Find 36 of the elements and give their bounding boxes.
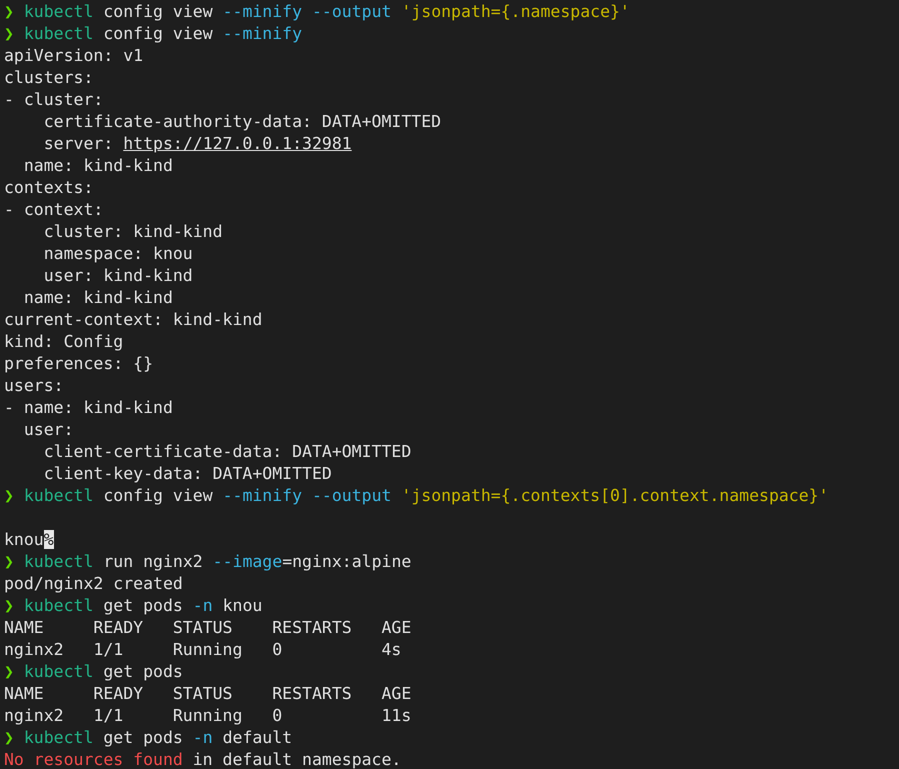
command-line: ❯ kubectl get pods -n default [4, 727, 292, 749]
output-line: certificate-authority-data: DATA+OMITTED [42, 111, 442, 133]
output-line: contexts: [4, 177, 94, 199]
output-line: pod/nginx2 created [4, 573, 183, 595]
output-line: clusters: [4, 67, 94, 89]
url-link[interactable]: https://127.0.0.1:32981 [123, 134, 352, 153]
output-line: name: kind-kind [22, 155, 173, 177]
error-message: No resources found in default namespace. [4, 749, 402, 769]
output-text: knou [4, 530, 44, 549]
output-line: - cluster: [4, 89, 104, 111]
output-line: user: kind-kind [42, 265, 193, 287]
cursor: % [44, 530, 54, 549]
command-line: ❯ kubectl get pods -n knou [4, 595, 262, 617]
command-line: ❯ kubectl config view --minify --output 'jsonpath={.namespace}' [4, 1, 630, 23]
output-line: cluster: kind-kind [42, 221, 223, 243]
output-line: users: [4, 375, 64, 397]
command-line: ❯ kubectl run nginx2 --image=nginx:alpine [4, 551, 412, 573]
output-line: current-context: kind-kind [4, 309, 262, 331]
output-line: nginx2 1/1 Running 0 4s [4, 639, 402, 661]
output-line: name: kind-kind [22, 287, 173, 309]
output-line: apiVersion: v1 [4, 45, 144, 67]
output-line: - context: [4, 199, 104, 221]
output-line: client-certificate-data: DATA+OMITTED [42, 441, 412, 463]
output-line: kind: Config [4, 331, 124, 353]
output-line: nginx2 1/1 Running 0 11s [4, 705, 412, 727]
output-line: namespace: knou [42, 243, 193, 265]
output-line: user: [22, 419, 74, 441]
output-line: NAME READY STATUS RESTARTS AGE [4, 683, 412, 705]
command-line: ❯ kubectl config view --minify [4, 23, 302, 45]
output-line: client-key-data: DATA+OMITTED [42, 463, 332, 485]
command-line: ❯ kubectl config view --minify --output 'jsonpath={.contexts[0].context.namespace}' [4, 485, 829, 507]
output-line: - name: kind-kind [4, 397, 173, 419]
output-line: NAME READY STATUS RESTARTS AGE [4, 617, 412, 639]
command-line: ❯ kubectl get pods [4, 661, 183, 683]
output-text: server: [42, 134, 114, 153]
output-line: preferences: {} [4, 353, 154, 375]
